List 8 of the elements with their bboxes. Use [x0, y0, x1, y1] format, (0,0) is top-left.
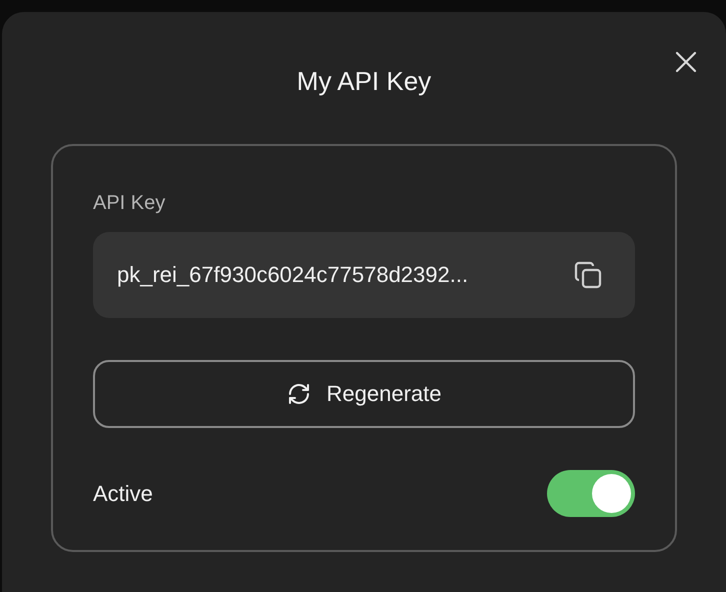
dialog-title: My API Key [296, 65, 432, 98]
regenerate-button[interactable]: Regenerate [93, 360, 635, 428]
active-toggle[interactable] [547, 470, 635, 517]
api-key-field[interactable]: pk_rei_67f930c6024c77578d2392... [93, 232, 635, 318]
refresh-icon [286, 382, 310, 406]
active-label: Active [93, 480, 153, 506]
copy-icon[interactable] [573, 260, 603, 290]
field-label: API Key [93, 191, 166, 216]
